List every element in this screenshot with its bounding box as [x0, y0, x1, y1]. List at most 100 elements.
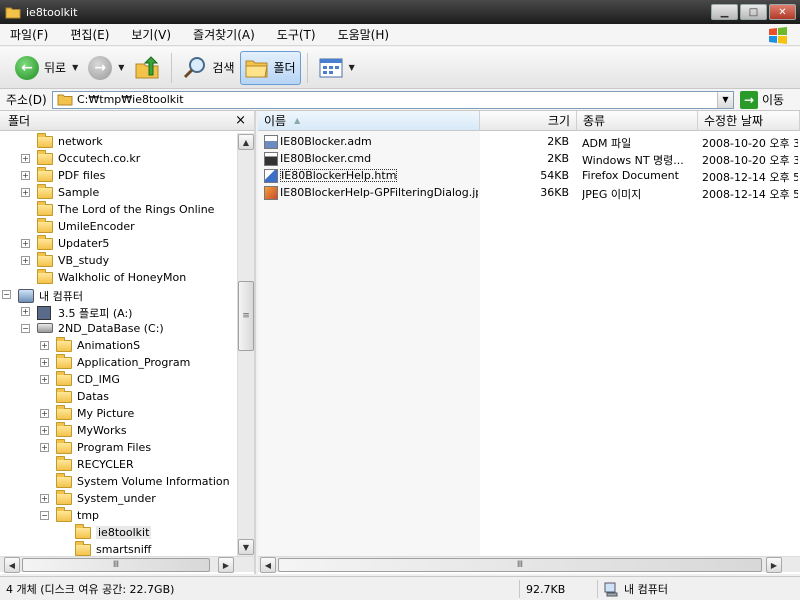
folder-tree-pane: 폴더 × network + Occutech.co.kr + PDF files + Sa… — [0, 111, 256, 574]
tree-item[interactable]: + Program Files — [0, 439, 236, 456]
column-header-type[interactable]: 종류 — [577, 111, 698, 131]
folders-button[interactable]: 폴더 — [239, 50, 301, 85]
expand-icon[interactable]: + — [40, 375, 49, 384]
back-button[interactable]: ← 뒤로 ▼ — [10, 51, 83, 85]
expand-icon[interactable]: + — [40, 426, 49, 435]
up-folder-button[interactable] — [129, 51, 165, 85]
expand-icon[interactable]: + — [21, 154, 30, 163]
file-row[interactable]: IE80BlockerHelp.htm 54KB Firefox Document 2… — [258, 168, 800, 185]
maximize-button[interactable]: □ — [740, 4, 767, 20]
tree-item[interactable]: − 내 컴퓨터 — [0, 286, 236, 303]
menu-file[interactable]: 파일(F) — [8, 25, 50, 44]
menu-view[interactable]: 보기(V) — [129, 25, 173, 44]
tree-item[interactable]: UmileEncoder — [0, 218, 236, 235]
tree-item[interactable]: + System_under — [0, 490, 236, 507]
scroll-left-button[interactable]: ◀ — [260, 557, 276, 573]
address-input[interactable]: C:₩tmp₩ie8toolkit ▼ — [52, 90, 734, 109]
tree-item[interactable]: + Updater5 — [0, 235, 236, 252]
collapse-icon[interactable]: − — [21, 324, 30, 333]
tree-item[interactable]: ie8toolkit — [0, 524, 236, 541]
my-computer-icon — [18, 289, 34, 303]
close-icon[interactable]: × — [235, 113, 246, 128]
column-header-name[interactable]: 이름 ▲ — [258, 111, 480, 131]
tree-item[interactable]: Datas — [0, 388, 236, 405]
address-bar: 주소(D) C:₩tmp₩ie8toolkit ▼ → 이동 — [0, 89, 800, 111]
expand-icon[interactable]: + — [40, 341, 49, 350]
file-list-horizontal-scrollbar[interactable]: ◀ Ⅲ ▶ — [258, 556, 800, 573]
menu-tools[interactable]: 도구(T) — [275, 25, 318, 44]
status-size: 92.7KB — [522, 580, 598, 598]
tree-item[interactable]: − tmp — [0, 507, 236, 524]
expand-icon[interactable]: + — [40, 358, 49, 367]
scroll-thumb[interactable]: ≡ — [238, 281, 254, 351]
expand-icon[interactable]: + — [21, 188, 30, 197]
file-row[interactable]: IE80Blocker.cmd 2KB Windows NT 명령... 2008-1… — [258, 151, 800, 168]
views-button[interactable]: ▼ — [314, 51, 360, 85]
tree-item[interactable]: + Occutech.co.kr — [0, 150, 236, 167]
status-location: 내 컴퓨터 — [600, 580, 796, 598]
file-type: ADM 파일 — [582, 137, 632, 150]
expand-icon[interactable]: + — [21, 239, 30, 248]
tree-item[interactable]: smartsniff — [0, 541, 236, 556]
minimize-button[interactable]: ▁ — [711, 4, 738, 20]
scroll-down-button[interactable]: ▼ — [238, 539, 254, 555]
scroll-left-button[interactable]: ◀ — [4, 557, 20, 573]
tree-item[interactable]: + Application_Program — [0, 354, 236, 371]
tree-item[interactable]: − 2ND_DataBase (C:) — [0, 320, 236, 337]
folders-icon — [245, 60, 268, 77]
scroll-right-button[interactable]: ▶ — [218, 557, 234, 573]
expand-icon[interactable]: + — [21, 307, 30, 316]
file-size: 2KB — [547, 135, 569, 148]
tree-item[interactable]: + MyWorks — [0, 422, 236, 439]
file-row[interactable]: IE80BlockerHelp-GPFilteringDialog.jpg 36K… — [258, 185, 800, 202]
scroll-thumb[interactable]: Ⅲ — [278, 558, 762, 572]
tree-item[interactable]: +3.5 플로피 (A:) — [0, 303, 236, 320]
tree-item[interactable]: + CD_IMG — [0, 371, 236, 388]
menu-edit[interactable]: 편집(E) — [68, 25, 111, 44]
tree-item[interactable]: System Volume Information — [0, 473, 236, 490]
folder-icon — [37, 150, 53, 165]
expand-icon[interactable]: + — [21, 256, 30, 265]
expand-icon[interactable]: + — [40, 409, 49, 418]
tree-item[interactable]: network — [0, 133, 236, 150]
chevron-down-icon[interactable]: ▼ — [118, 63, 124, 72]
address-dropdown-button[interactable]: ▼ — [717, 91, 733, 108]
folder-tree-horizontal-scrollbar[interactable]: ◀ Ⅲ ▶ — [0, 556, 254, 573]
tree-item[interactable]: The Lord of the Rings Online — [0, 201, 236, 218]
folder-icon — [56, 337, 72, 352]
search-button[interactable]: 검색 — [178, 51, 239, 85]
chevron-down-icon[interactable]: ▼ — [349, 63, 355, 72]
expand-icon[interactable]: + — [40, 494, 49, 503]
scroll-up-button[interactable]: ▲ — [238, 134, 254, 150]
minimize-icon: ▁ — [720, 6, 729, 18]
tree-item-label: Program Files — [77, 441, 152, 454]
scroll-thumb[interactable]: Ⅲ — [22, 558, 210, 572]
tree-item[interactable]: Walkholic of HoneyMon — [0, 269, 236, 286]
tree-item[interactable]: + VB_study — [0, 252, 236, 269]
chevron-down-icon[interactable]: ▼ — [72, 63, 78, 72]
folder-tree-vertical-scrollbar[interactable]: ▲ ≡ ▼ — [237, 133, 254, 556]
close-button[interactable]: ✕ — [769, 4, 796, 20]
tree-item-label: 내 컴퓨터 — [39, 290, 83, 303]
tree-item[interactable]: + Sample — [0, 184, 236, 201]
menu-favorites[interactable]: 즐겨찾기(A) — [191, 25, 257, 44]
column-header-size[interactable]: 크기 — [480, 111, 577, 131]
tree-item[interactable]: + AnimationS — [0, 337, 236, 354]
forward-button[interactable]: → ▼ — [83, 51, 129, 85]
expand-icon[interactable]: + — [21, 171, 30, 180]
tree-item[interactable]: + My Picture — [0, 405, 236, 422]
column-header-date[interactable]: 수정한 날짜 — [698, 111, 800, 131]
scroll-right-button[interactable]: ▶ — [766, 557, 782, 573]
file-row[interactable]: IE80Blocker.adm 2KB ADM 파일 2008-10-20 오후 3: — [258, 134, 800, 151]
cmd-file-icon — [264, 152, 278, 166]
go-button[interactable]: → 이동 — [740, 90, 784, 109]
title-bar[interactable]: ie8toolkit ▁ □ ✕ — [0, 0, 800, 24]
folder-icon — [56, 473, 72, 488]
menu-help[interactable]: 도움말(H) — [336, 25, 392, 44]
tree-item[interactable]: + PDF files — [0, 167, 236, 184]
folder-icon — [37, 218, 53, 233]
tree-item[interactable]: RECYCLER — [0, 456, 236, 473]
collapse-icon[interactable]: − — [2, 290, 11, 299]
expand-icon[interactable]: + — [40, 443, 49, 452]
collapse-icon[interactable]: − — [40, 511, 49, 520]
